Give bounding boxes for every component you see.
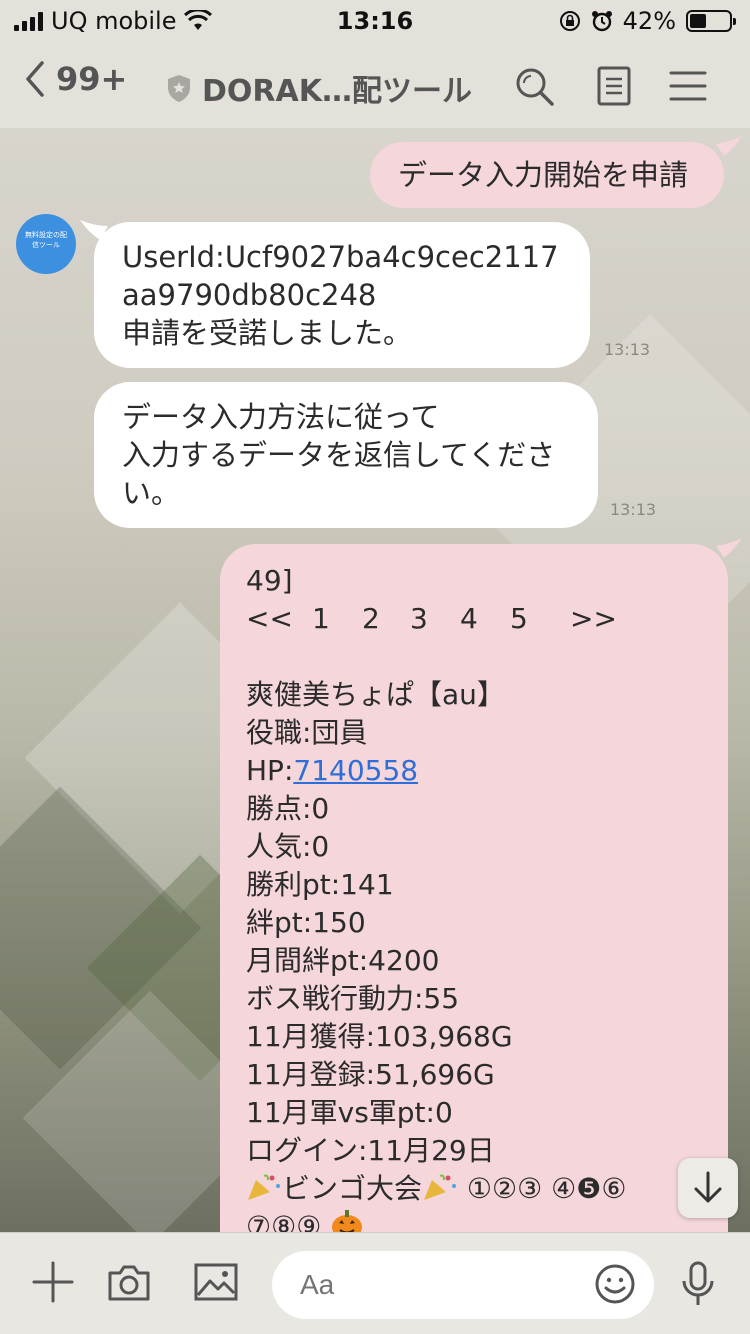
- player-role: 役職:団員: [246, 716, 368, 749]
- unread-count: 99+: [56, 60, 128, 98]
- pager-page-3[interactable]: 3: [410, 600, 460, 638]
- message-bubble-sent-data[interactable]: 49] << 1 2 3 4 5 >> 爽健美ちょぱ【au】 役職:団員 HP:…: [220, 544, 728, 1232]
- message-line: UserId:Ucf9027ba4c9cec2117: [122, 240, 559, 274]
- hp-phone-link[interactable]: 7140558: [293, 754, 418, 787]
- stat-monthly-bond-pt: 月間絆pt:4200: [246, 944, 440, 977]
- chat-title[interactable]: DORAK…配ツール: [166, 66, 472, 110]
- stat-nov-acquired: 11月獲得:103,968G: [246, 1020, 513, 1053]
- pager-page-2[interactable]: 2: [362, 600, 410, 638]
- message-line: データ入力方法に従って: [122, 400, 440, 434]
- back-button[interactable]: 99+: [24, 60, 127, 98]
- avatar-text: 信ツール: [32, 241, 60, 249]
- search-icon[interactable]: [512, 64, 556, 108]
- bingo-line: ビンゴ大会 ①②③ ④❺⑥: [246, 1170, 702, 1208]
- party-popper-icon: [248, 1174, 280, 1200]
- chat-area[interactable]: データ入力開始を申請 無料設定の配 信ツール UserId:Ucf9027ba4…: [0, 128, 750, 1232]
- avatar-text: 無料設定の配: [25, 231, 67, 239]
- notes-icon[interactable]: [592, 64, 636, 108]
- bingo-numbers-2: ⑦⑧⑨: [246, 1210, 322, 1232]
- plus-icon[interactable]: [30, 1259, 76, 1305]
- party-popper-icon: [424, 1174, 457, 1200]
- message-line: い。: [122, 476, 181, 510]
- bingo-label: ビンゴ大会: [282, 1172, 423, 1205]
- message-line: aa9790db80c248: [122, 278, 377, 312]
- message-line: 申請を受諾しました。: [122, 316, 413, 350]
- message-bubble-received[interactable]: データ入力方法に従って 入力するデータを返信してくださ い。: [94, 382, 598, 528]
- battery-icon: [686, 10, 736, 32]
- message-line: 49]: [246, 564, 293, 597]
- message-bubble-received[interactable]: UserId:Ucf9027ba4c9cec2117 aa9790db80c24…: [94, 222, 590, 368]
- image-icon[interactable]: [192, 1259, 240, 1305]
- message-timestamp: 13:13: [604, 340, 651, 359]
- player-name: 爽健美ちょぱ【au】: [246, 678, 505, 711]
- pager-page-1[interactable]: 1: [312, 600, 362, 638]
- pager-page-5[interactable]: 5: [510, 600, 570, 638]
- message-bubble-sent[interactable]: データ入力開始を申請: [370, 142, 724, 208]
- player-hp: HP:7140558: [246, 752, 702, 790]
- arrow-down-icon: [694, 1171, 722, 1203]
- status-right: 42%: [559, 7, 736, 35]
- shield-icon: [168, 75, 190, 102]
- stat-boss-action: ボス戦行動力:55: [246, 982, 460, 1015]
- hp-label: HP:: [246, 754, 294, 787]
- bingo-numbers: ①②③ ④❺⑥: [466, 1172, 627, 1205]
- stat-login: ログイン:11月29日: [246, 1134, 495, 1167]
- microphone-icon[interactable]: [680, 1261, 716, 1309]
- alarm-icon: [591, 11, 612, 32]
- stat-bond-pt: 絆pt:150: [246, 906, 366, 939]
- message-line: 入力するデータを返信してくださ: [122, 438, 556, 472]
- stat-victory-pt: 勝利pt:141: [246, 868, 394, 901]
- battery-percent: 42%: [622, 7, 676, 35]
- input-bar: [0, 1232, 750, 1334]
- stat-wins: 勝点:0: [246, 792, 330, 825]
- bubble-tail: [716, 136, 742, 156]
- jack-o-lantern-icon: [332, 1210, 363, 1232]
- scroll-to-bottom-button[interactable]: [678, 1158, 738, 1218]
- orientation-lock-icon: [559, 11, 580, 31]
- message-timestamp: 13:13: [610, 500, 657, 519]
- pager-prev[interactable]: <<: [246, 600, 312, 638]
- camera-icon[interactable]: [106, 1259, 152, 1305]
- stat-nov-registered: 11月登録:51,696G: [246, 1058, 495, 1091]
- bingo-line-2: ⑦⑧⑨: [246, 1208, 702, 1232]
- pager-page-4[interactable]: 4: [460, 600, 510, 638]
- chat-header: 99+ DORAK…配ツール: [0, 42, 750, 128]
- stat-nov-army-pt: 11月軍vs軍pt:0: [246, 1096, 453, 1129]
- stat-popularity: 人気:0: [246, 830, 330, 863]
- pager: << 1 2 3 4 5 >>: [246, 600, 702, 638]
- chevron-left-icon: [26, 61, 44, 97]
- status-bar: UQ mobile 13:16 42%: [0, 0, 750, 42]
- pager-next[interactable]: >>: [570, 600, 617, 638]
- message-text: データ入力開始を申請: [398, 158, 689, 192]
- menu-icon[interactable]: [666, 64, 710, 108]
- emoji-icon[interactable]: [594, 1263, 636, 1305]
- avatar[interactable]: 無料設定の配 信ツール: [16, 214, 76, 274]
- chat-title-text: DORAK…配ツール: [202, 74, 472, 109]
